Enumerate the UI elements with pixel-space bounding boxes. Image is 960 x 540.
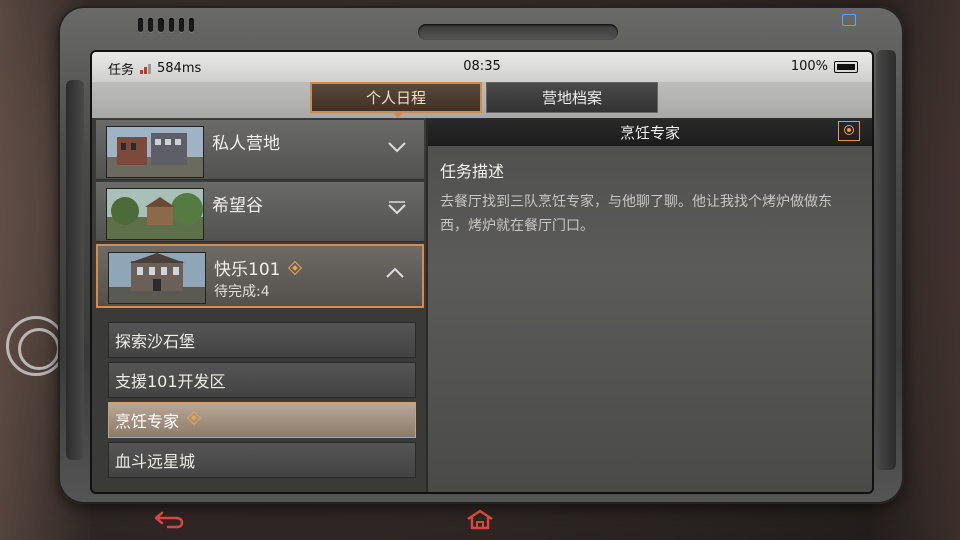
task-item[interactable]: 支援101开发区 [108,362,416,398]
base-item-happy-101[interactable]: 快乐101 待完成:4 [96,244,424,308]
battery-percent: 100% [790,59,828,74]
quest-marker-icon [288,260,303,276]
description-heading: 任务描述 [440,162,505,181]
base-name-text: 快乐101 [214,260,281,280]
status-bar: 任务 584ms 08:35 100% [92,52,872,82]
base-item-private-camp[interactable]: 私人营地 [96,120,424,180]
device-indicator-icon [842,14,856,26]
task-detail-panel: 烹饪专家 任务描述 去餐厅找到三队烹饪专家，与他聊了聊。他让我找个烤炉做做东西，… [428,118,872,492]
task-item-selected[interactable]: 烹饪专家 [108,402,416,438]
task-label: 烹饪专家 [115,412,180,431]
locate-target-icon[interactable] [838,121,860,141]
quest-marker-icon [186,410,202,426]
chevron-down-icon[interactable] [386,198,408,220]
ping-value: 584ms [157,61,202,76]
base-name: 希望谷 [212,196,263,216]
pending-count: 待完成:4 [214,284,270,300]
home-button[interactable] [460,508,500,530]
base-thumbnail [106,188,204,240]
clock: 08:35 [463,59,501,74]
tab-camp-archive[interactable]: 营地档案 [486,82,658,113]
task-item[interactable]: 探索沙石堡 [108,322,416,358]
detail-header: 烹饪专家 [428,118,872,146]
task-label: 支援101开发区 [115,372,226,391]
tab-personal-schedule[interactable]: 个人日程 [310,82,482,118]
task-item[interactable]: 血斗远星城 [108,442,416,478]
task-label: 血斗远星城 [115,452,196,471]
base-list-panel: 私人营地 希望谷 快乐101 待完成:4 探索沙石堡 支援101开发区 烹饪专家… [92,118,426,492]
base-name: 快乐101 [214,255,303,280]
base-thumbnail [106,126,204,178]
signal-icon [140,63,152,74]
device-top-ridge [418,24,618,40]
chevron-up-icon[interactable] [384,262,406,284]
back-button[interactable] [150,508,190,530]
task-label: 探索沙石堡 [115,332,196,351]
mode-label: 任务 [108,63,135,78]
joystick-control[interactable] [6,316,66,376]
device-screen: 任务 584ms 08:35 100% 个人日程 营地档案 私人营地 希望谷 快… [90,50,874,494]
device-grip-left [66,80,84,460]
speaker-grille-icon [138,18,195,34]
detail-title: 烹饪专家 [619,123,680,142]
tab-bar: 个人日程 营地档案 [92,82,872,118]
base-item-hope-valley[interactable]: 希望谷 [96,182,424,242]
chevron-down-icon[interactable] [386,136,408,158]
battery-icon [834,60,858,73]
base-name: 私人营地 [212,134,280,154]
device-grip-right [876,50,896,470]
description-text: 去餐厅找到三队烹饪专家，与他聊了聊。他让我找个烤炉做做东西，烤炉就在餐厅门口。 [440,194,832,234]
base-thumbnail [108,252,206,304]
